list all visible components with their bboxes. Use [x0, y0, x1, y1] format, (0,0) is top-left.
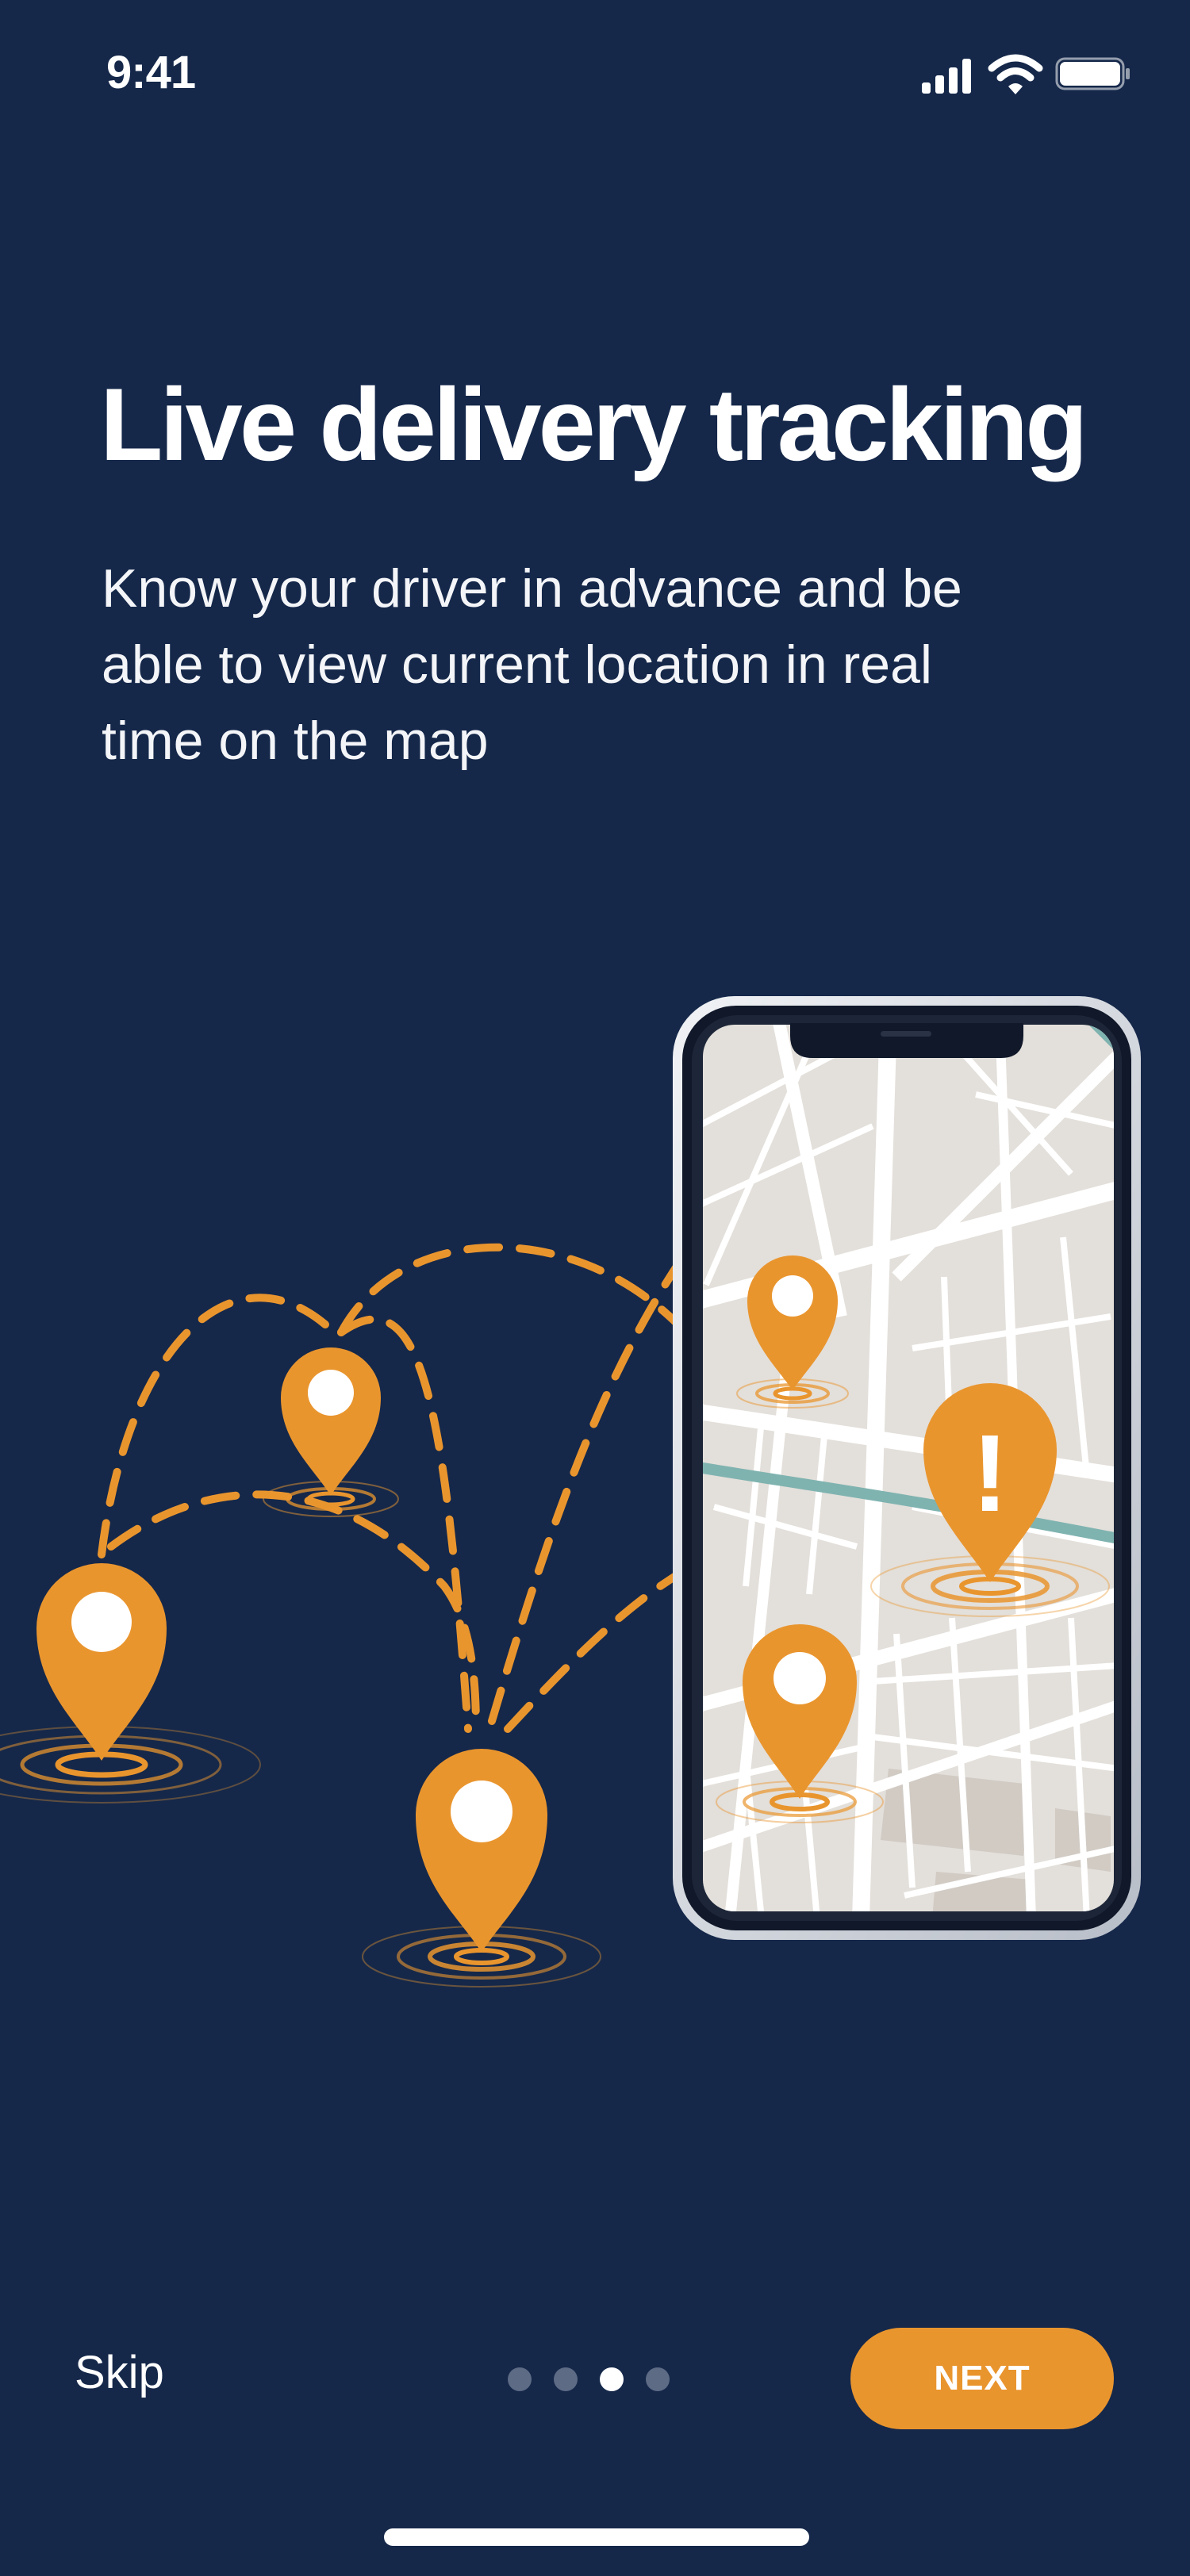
city-map: !	[703, 1025, 1114, 1911]
page-dot-active[interactable]	[600, 2367, 624, 2391]
onboarding-title: Live delivery tracking	[100, 366, 1088, 482]
home-indicator[interactable]	[384, 2528, 809, 2546]
delivery-tracking-illustration: !	[0, 996, 1141, 1988]
map-pin-icon	[0, 1563, 261, 1804]
map-pin-icon	[362, 1749, 601, 1988]
page-indicator	[508, 2363, 670, 2395]
battery-icon	[1055, 57, 1130, 90]
status-bar: 9:41	[0, 0, 1190, 143]
page-dot[interactable]	[508, 2367, 532, 2391]
status-time: 9:41	[106, 47, 196, 98]
next-button[interactable]: NEXT	[850, 2328, 1114, 2429]
map-pin-icon	[263, 1347, 399, 1517]
phone-notch	[790, 1023, 1023, 1058]
skip-button[interactable]: Skip	[75, 2346, 164, 2399]
onboarding-subtitle: Know your driver in advance and be able …	[102, 558, 962, 771]
status-icons	[922, 54, 1130, 94]
wifi-icon	[988, 54, 1043, 94]
page-dot[interactable]	[646, 2367, 670, 2391]
page-dot[interactable]	[554, 2367, 578, 2391]
cellular-signal-icon	[922, 59, 971, 94]
alert-symbol: !	[972, 1413, 1008, 1535]
